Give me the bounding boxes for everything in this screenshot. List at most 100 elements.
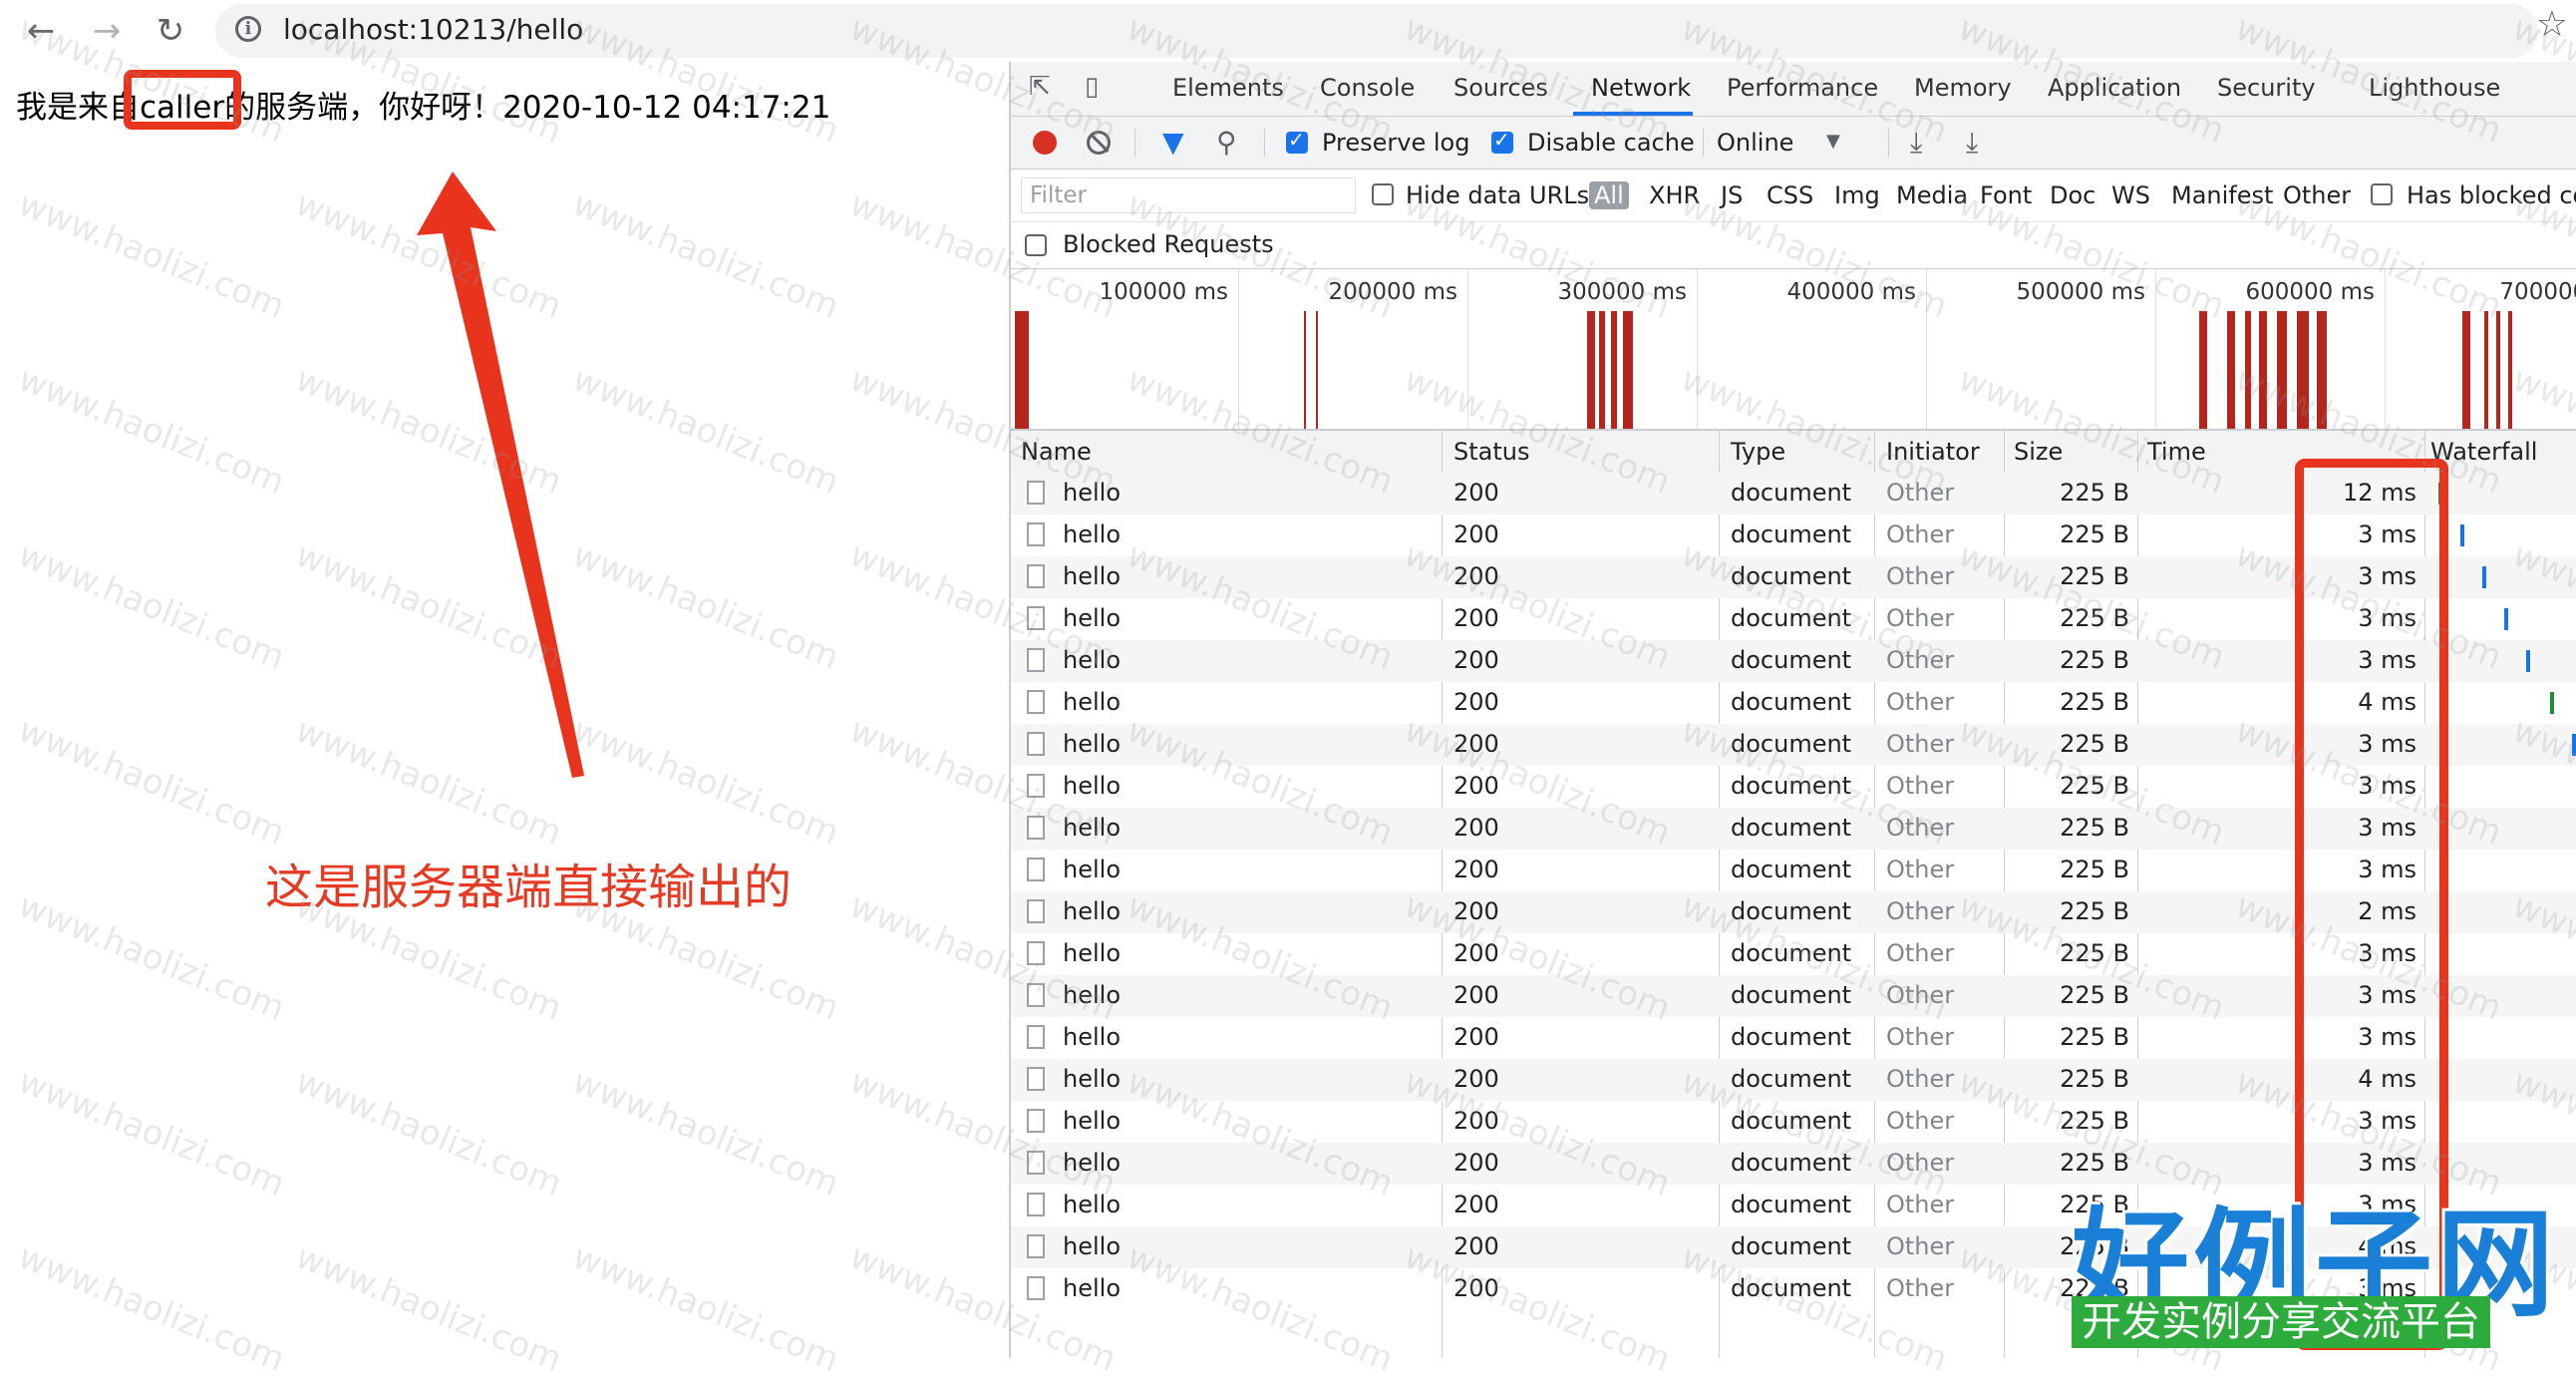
request-initiator: Other <box>1886 562 1955 590</box>
blocked-requests-checkbox[interactable] <box>1025 234 1047 256</box>
bookmark-star-icon[interactable]: ☆ <box>2536 4 2568 45</box>
request-size: 225 B <box>2060 646 2129 674</box>
reload-icon[interactable]: ↻ <box>148 8 193 54</box>
overview-gridline <box>1697 269 1698 429</box>
has-blocked-cookies-checkbox[interactable] <box>2371 183 2393 205</box>
request-type: document <box>1731 688 1852 716</box>
overview-request-bar <box>2317 311 2327 429</box>
overview-request-bar <box>1587 311 1595 429</box>
filter-bar: Filter Hide data URLs All XHR JS CSS Img… <box>1011 170 2576 222</box>
request-type: document <box>1731 520 1852 548</box>
type-filter-xhr[interactable]: XHR <box>1649 181 1700 209</box>
overview-gridline <box>1238 269 1239 429</box>
tab-memory[interactable]: Memory <box>1914 74 2012 102</box>
hide-data-urls-checkbox[interactable] <box>1372 183 1394 205</box>
tab-application[interactable]: Application <box>2048 74 2181 102</box>
request-type: document <box>1731 1023 1852 1051</box>
blocked-requests-label: Blocked Requests <box>1063 230 1274 258</box>
type-filter-font[interactable]: Font <box>1980 181 2032 209</box>
request-initiator: Other <box>1886 1191 1955 1218</box>
request-name: hello <box>1063 1149 1121 1177</box>
inspect-element-icon[interactable]: ⇱ <box>1029 72 1063 106</box>
toolbar-separator <box>1134 129 1135 157</box>
tab-network[interactable]: Network <box>1591 74 1691 102</box>
import-har-icon[interactable]: ⤓ <box>1910 126 1922 160</box>
request-name: hello <box>1063 1107 1121 1135</box>
request-status: 200 <box>1453 1065 1499 1093</box>
type-filter-all[interactable]: All <box>1589 181 1629 209</box>
request-status: 200 <box>1453 772 1499 800</box>
column-header-waterfall[interactable]: Waterfall <box>2430 438 2537 466</box>
record-button[interactable] <box>1033 131 1057 155</box>
request-status: 200 <box>1453 814 1499 842</box>
tab-console[interactable]: Console <box>1320 74 1415 102</box>
column-header-type[interactable]: Type <box>1731 438 1785 466</box>
network-overview[interactable]: 100000 ms 200000 ms 300000 ms 400000 ms 5000… <box>1011 269 2576 431</box>
tab-sources[interactable]: Sources <box>1453 74 1548 102</box>
type-filter-css[interactable]: CSS <box>1767 181 1813 209</box>
overview-request-bar <box>2259 311 2267 429</box>
clear-icon[interactable] <box>1087 131 1111 155</box>
column-header-initiator[interactable]: Initiator <box>1886 438 1980 466</box>
document-icon <box>1027 690 1045 714</box>
tab-lighthouse[interactable]: Lighthouse <box>2369 74 2500 102</box>
type-filter-img[interactable]: Img <box>1834 181 1880 209</box>
overview-gridline <box>2155 269 2156 429</box>
info-icon[interactable]: i <box>235 16 261 42</box>
back-arrow-icon[interactable]: ← <box>18 8 64 54</box>
overview-tick-label: 600000 ms <box>2245 279 2376 305</box>
type-filter-doc[interactable]: Doc <box>2050 181 2095 209</box>
request-size: 225 B <box>2060 897 2129 925</box>
document-icon <box>1027 899 1045 923</box>
filter-icon[interactable]: ▼ <box>1162 126 1184 159</box>
request-initiator: Other <box>1886 939 1955 967</box>
request-type: document <box>1731 939 1852 967</box>
overview-tick-label: 500000 ms <box>2016 279 2146 305</box>
request-initiator: Other <box>1886 646 1955 674</box>
export-har-icon[interactable]: ⤓ <box>1966 126 1978 160</box>
column-header-name[interactable]: Name <box>1021 438 1092 466</box>
filter-input[interactable]: Filter <box>1021 177 1356 213</box>
device-toolbar-icon[interactable]: ▯ <box>1085 72 1119 106</box>
overview-gridline <box>1926 269 1927 429</box>
request-size: 225 B <box>2060 479 2129 507</box>
column-header-time[interactable]: Time <box>2147 438 2206 466</box>
request-name: hello <box>1063 981 1121 1009</box>
request-name: hello <box>1063 688 1121 716</box>
overview-request-bar <box>1316 311 1318 429</box>
request-status: 200 <box>1453 479 1499 507</box>
request-initiator: Other <box>1886 1065 1955 1093</box>
column-header-size[interactable]: Size <box>2014 438 2063 466</box>
address-bar[interactable]: i localhost:10213/hello <box>215 4 2538 58</box>
tab-elements[interactable]: Elements <box>1172 74 1284 102</box>
request-type: document <box>1731 730 1852 758</box>
disable-cache-checkbox[interactable] <box>1491 128 1513 154</box>
overview-request-bar <box>1015 311 1029 429</box>
preserve-log-checkbox[interactable] <box>1286 128 1308 154</box>
request-initiator: Other <box>1886 856 1955 883</box>
search-icon[interactable]: ⚲ <box>1216 126 1237 159</box>
type-filter-media[interactable]: Media <box>1896 181 1968 209</box>
request-size: 225 B <box>2060 939 2129 967</box>
request-name: hello <box>1063 562 1121 590</box>
request-status: 200 <box>1453 1023 1499 1051</box>
tab-performance[interactable]: Performance <box>1727 74 1878 102</box>
request-name: hello <box>1063 646 1121 674</box>
column-header-status[interactable]: Status <box>1453 438 1529 466</box>
overview-request-bar <box>2199 311 2207 429</box>
type-filter-ws[interactable]: WS <box>2111 181 2150 209</box>
request-name: hello <box>1063 897 1121 925</box>
request-initiator: Other <box>1886 688 1955 716</box>
tab-security[interactable]: Security <box>2217 74 2316 102</box>
throttling-select[interactable]: Online <box>1705 129 1896 157</box>
overview-request-bar <box>1623 311 1633 429</box>
type-filter-js[interactable]: JS <box>1721 181 1743 209</box>
document-icon <box>1027 774 1045 798</box>
type-filter-other[interactable]: Other <box>2283 181 2351 209</box>
browser-toolbar: ← → ↻ i localhost:10213/hello ☆ <box>0 0 2576 63</box>
preserve-log-label: Preserve log <box>1322 129 1470 157</box>
type-filter-manifest[interactable]: Manifest <box>2171 181 2273 209</box>
annotation-arrow <box>417 172 584 778</box>
forward-arrow-icon[interactable]: → <box>84 8 130 54</box>
document-icon <box>1027 858 1045 881</box>
